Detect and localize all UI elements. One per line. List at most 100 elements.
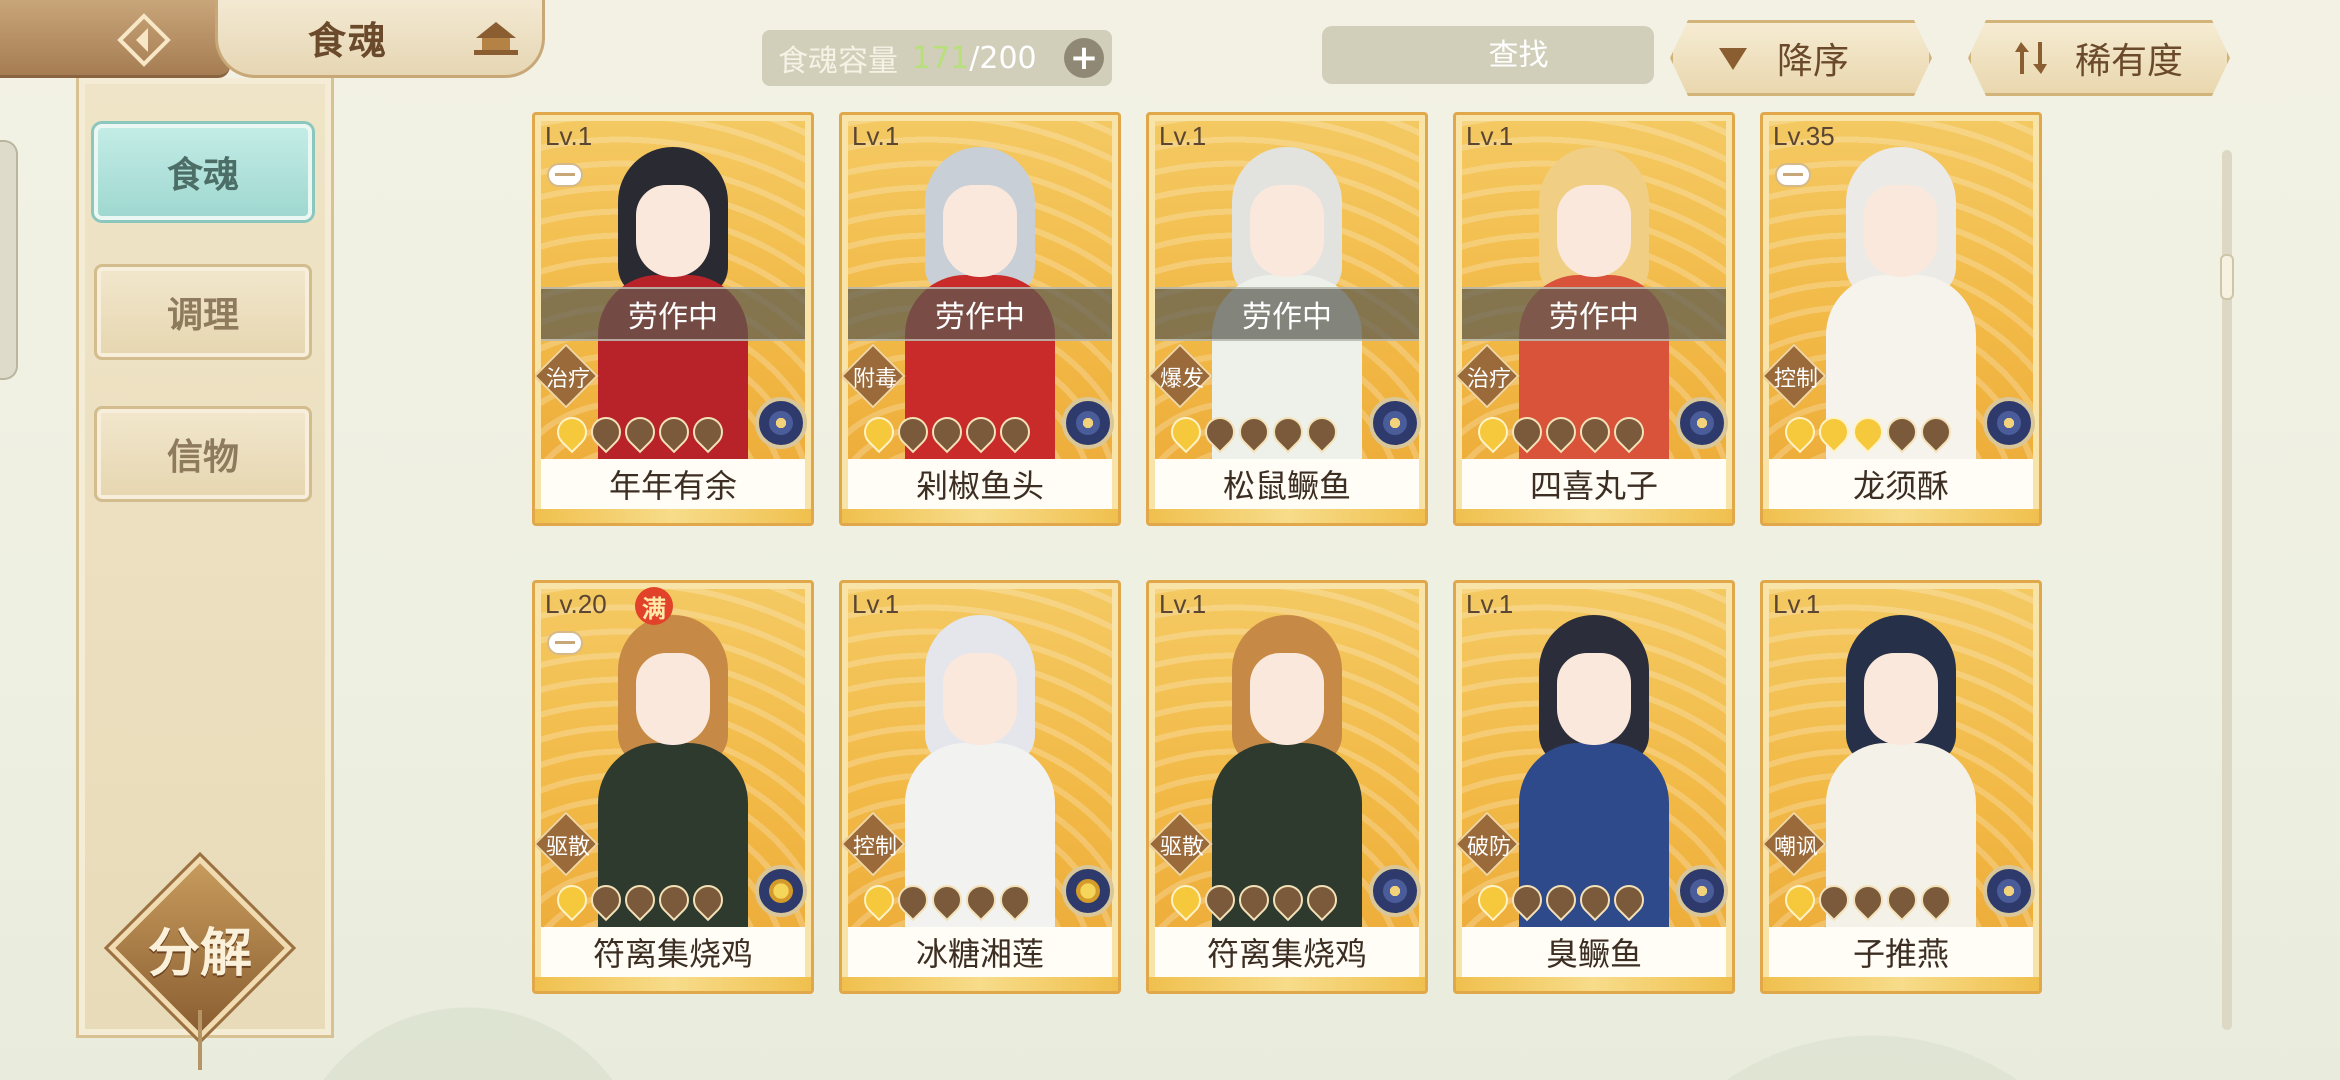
rank-star-icon	[891, 410, 935, 454]
role-badge: 控制	[842, 811, 906, 877]
level-label: Lv.1	[1466, 589, 1514, 619]
tab-xinwu[interactable]: 信物	[94, 406, 312, 502]
role-label: 嘲讽	[1773, 835, 1818, 860]
rank-star-icon	[550, 878, 594, 922]
character-card[interactable]: Lv.1 劳作中 爆发 松鼠鳜鱼	[1146, 112, 1428, 526]
character-figure	[1212, 615, 1362, 927]
rank-star-icon	[1505, 410, 1549, 454]
sort-rarity-button[interactable]: 稀有度	[1968, 20, 2230, 96]
card-footer	[1763, 977, 2039, 991]
character-name: 松鼠鳜鱼	[1155, 459, 1419, 509]
rank-stars	[1164, 878, 1344, 922]
rank-star-icon	[1539, 410, 1583, 454]
character-card[interactable]: Lv.1 劳作中 附毒 剁椒鱼头	[839, 112, 1121, 526]
rank-star-icon	[1607, 878, 1651, 922]
character-card[interactable]: Lv.1 驱散 符离集烧鸡	[1146, 580, 1428, 994]
rank-star-icon	[618, 878, 662, 922]
search-input[interactable]	[1332, 26, 1705, 84]
rarity-flower-icon	[755, 397, 807, 449]
rank-star-icon	[618, 410, 662, 454]
character-card[interactable]: Lv.1 嘲讽 子推燕	[1760, 580, 2042, 994]
character-card[interactable]: Lv.1 劳作中 治疗 年年有余	[532, 112, 814, 526]
swap-arrows-icon	[2011, 38, 2051, 78]
rank-stars	[550, 410, 730, 454]
sort-rarity-label: 稀有度	[2075, 41, 2184, 82]
rank-star-icon	[1471, 878, 1515, 922]
role-label: 破防	[1466, 835, 1511, 860]
rank-stars	[1778, 878, 1958, 922]
scrollbar-thumb[interactable]	[2220, 254, 2234, 300]
character-figure	[1826, 147, 1976, 459]
rank-stars	[1471, 410, 1651, 454]
character-name: 年年有余	[541, 459, 805, 509]
working-status: 劳作中	[848, 287, 1112, 341]
rank-star-icon	[1539, 878, 1583, 922]
capacity-display: 食魂容量 171 / 200 +	[762, 30, 1112, 86]
search-box: ✕	[1322, 26, 1737, 84]
rank-star-icon	[959, 410, 1003, 454]
level-label: Lv.1	[545, 121, 593, 151]
role-badge: 驱散	[535, 811, 599, 877]
rank-star-icon	[1880, 410, 1924, 454]
chef-hat-icon[interactable]	[468, 18, 524, 58]
character-card[interactable]: Lv.35 控制 龙须酥	[1760, 112, 2042, 526]
rarity-flower-icon	[755, 865, 807, 917]
character-card[interactable]: Lv.1 劳作中 治疗 四喜丸子	[1453, 112, 1735, 526]
rank-star-icon	[925, 878, 969, 922]
role-badge: 破防	[1456, 811, 1520, 877]
side-edge-tab[interactable]	[0, 140, 18, 380]
character-card[interactable]: Lv.20 满 驱散 符离集烧鸡	[532, 580, 814, 994]
card-footer	[842, 977, 1118, 991]
sort-order-button[interactable]: 降序	[1670, 20, 1932, 96]
character-name: 符离集烧鸡	[541, 927, 805, 977]
tab-shihun[interactable]: 食魂	[94, 124, 312, 220]
character-card[interactable]: Lv.1 破防 臭鳜鱼	[1453, 580, 1735, 994]
rank-star-icon	[1232, 878, 1276, 922]
character-name: 臭鳜鱼	[1462, 927, 1726, 977]
rank-star-icon	[925, 410, 969, 454]
tassel-decoration	[198, 1010, 202, 1070]
rank-star-icon	[1300, 878, 1344, 922]
capacity-current: 171	[912, 40, 970, 76]
tab-label: 调理	[166, 294, 239, 336]
rank-star-icon	[1164, 878, 1208, 922]
level-label: Lv.1	[1159, 121, 1207, 151]
working-status: 劳作中	[1462, 287, 1726, 341]
rank-star-icon	[1914, 878, 1958, 922]
character-figure	[905, 615, 1055, 927]
rank-star-icon	[1266, 878, 1310, 922]
card-footer	[1456, 977, 1732, 991]
rarity-flower-icon	[1369, 865, 1421, 917]
rank-stars	[857, 878, 1037, 922]
character-name: 剁椒鱼头	[848, 459, 1112, 509]
level-label: Lv.1	[1773, 589, 1821, 619]
rank-star-icon	[1198, 410, 1242, 454]
rank-star-icon	[1471, 410, 1515, 454]
role-label: 附毒	[852, 367, 897, 392]
rank-stars	[857, 410, 1037, 454]
level-label: Lv.35	[1773, 121, 1835, 151]
character-card[interactable]: Lv.1 控制 冰糖湘莲	[839, 580, 1121, 994]
rank-star-icon	[584, 410, 628, 454]
rank-star-icon	[1266, 410, 1310, 454]
full-badge: 满	[635, 587, 673, 625]
rank-star-icon	[857, 878, 901, 922]
rarity-flower-icon	[1062, 397, 1114, 449]
character-name: 龙须酥	[1769, 459, 2033, 509]
rarity-flower-icon	[1983, 865, 2035, 917]
capacity-max: 200	[979, 40, 1037, 76]
rank-stars	[1778, 410, 1958, 454]
rank-star-icon	[891, 878, 935, 922]
rank-star-icon	[550, 410, 594, 454]
add-capacity-button[interactable]: +	[1064, 38, 1104, 78]
rank-star-icon	[1573, 878, 1617, 922]
tab-tiaoli[interactable]: 调理	[94, 264, 312, 360]
back-arrow-icon	[117, 13, 171, 67]
rank-star-icon	[1778, 410, 1822, 454]
card-footer	[1149, 977, 1425, 991]
role-label: 爆发	[1159, 367, 1204, 392]
rarity-flower-icon	[1983, 397, 2035, 449]
card-footer	[842, 509, 1118, 523]
role-badge: 治疗	[1456, 343, 1520, 409]
back-button[interactable]	[112, 8, 176, 72]
